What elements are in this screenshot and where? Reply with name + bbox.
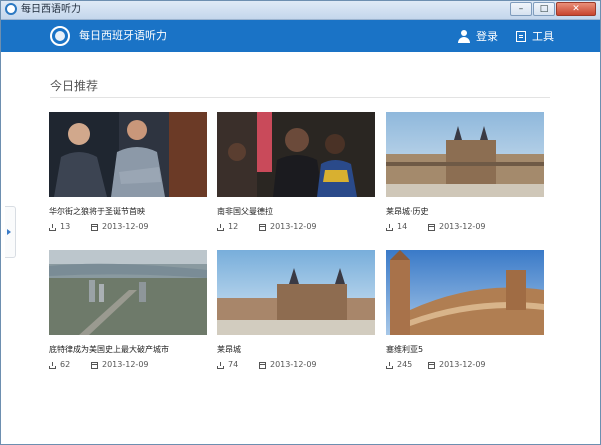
calendar-icon — [259, 223, 266, 231]
login-button[interactable]: 登录 — [458, 28, 498, 44]
article-thumbnail[interactable] — [386, 250, 544, 335]
download-count: 13 — [60, 222, 71, 231]
article-title[interactable]: 底特律成为美国史上最大破产城市 — [49, 345, 207, 355]
article-card[interactable]: 莱昂城·历史 14 2013-12-09 — [386, 112, 544, 232]
title-bar[interactable]: 每日西语听力 – □ ✕ — [1, 1, 600, 20]
article-card[interactable]: 南非国父曼德拉 12 2013-12-09 — [217, 112, 375, 232]
article-title[interactable]: 南非国父曼德拉 — [217, 207, 375, 217]
download-icon — [217, 223, 224, 231]
app-header: 每日西班牙语听力 登录 工具 — [1, 20, 600, 52]
article-meta: 74 2013-12-09 — [217, 360, 375, 370]
article-meta: 14 2013-12-09 — [386, 222, 544, 232]
article-title[interactable]: 莱昂城 — [217, 345, 375, 355]
article-thumbnail[interactable] — [49, 250, 207, 335]
article-date: 2013-12-09 — [102, 360, 149, 369]
sidebar-toggle[interactable] — [5, 206, 16, 258]
download-icon — [386, 361, 393, 369]
window-controls: – □ ✕ — [509, 2, 596, 16]
close-button[interactable]: ✕ — [556, 2, 596, 16]
section-title: 今日推荐 — [50, 79, 99, 93]
article-meta: 245 2013-12-09 — [386, 360, 544, 370]
logo-icon — [50, 26, 70, 46]
calendar-icon — [428, 361, 435, 369]
section-divider — [50, 97, 550, 98]
article-card[interactable]: 莱昂城 74 2013-12-09 — [217, 250, 375, 370]
article-date: 2013-12-09 — [439, 360, 486, 369]
article-title[interactable]: 莱昂城·历史 — [386, 207, 544, 217]
article-date: 2013-12-09 — [270, 360, 317, 369]
article-card[interactable]: 塞维利亚5 245 2013-12-09 — [386, 250, 544, 370]
download-icon — [49, 223, 56, 231]
calendar-icon — [91, 361, 98, 369]
download-count: 14 — [397, 222, 408, 231]
tools-button[interactable]: 工具 — [516, 28, 554, 44]
article-thumbnail[interactable] — [217, 112, 375, 197]
article-thumbnail[interactable] — [217, 250, 375, 335]
article-meta: 13 2013-12-09 — [49, 222, 207, 232]
download-icon — [49, 361, 56, 369]
minimize-button[interactable]: – — [510, 2, 532, 16]
article-date: 2013-12-09 — [270, 222, 317, 231]
download-icon — [217, 361, 224, 369]
window-title: 每日西语听力 — [21, 4, 81, 15]
article-thumbnail[interactable] — [386, 112, 544, 197]
user-icon — [458, 29, 470, 43]
app-window: 每日西语听力 – □ ✕ 每日西班牙语听力 登录 工具 今日推荐 华尔街之狼将于… — [0, 0, 601, 445]
download-count: 62 — [60, 360, 71, 369]
login-label: 登录 — [476, 30, 498, 43]
download-icon — [386, 223, 393, 231]
article-title[interactable]: 华尔街之狼将于圣诞节首映 — [49, 207, 207, 217]
article-thumbnail[interactable] — [49, 112, 207, 197]
calendar-icon — [91, 223, 98, 231]
download-count: 12 — [228, 222, 239, 231]
app-icon — [5, 3, 17, 15]
article-date: 2013-12-09 — [439, 222, 486, 231]
download-count: 245 — [397, 360, 413, 369]
download-count: 74 — [228, 360, 239, 369]
article-meta: 62 2013-12-09 — [49, 360, 207, 370]
app-name: 每日西班牙语听力 — [79, 29, 167, 42]
calendar-icon — [259, 361, 266, 369]
article-date: 2013-12-09 — [102, 222, 149, 231]
article-card[interactable]: 华尔街之狼将于圣诞节首映 13 2013-12-09 — [49, 112, 207, 232]
calendar-icon — [428, 223, 435, 231]
article-meta: 12 2013-12-09 — [217, 222, 375, 232]
tools-label: 工具 — [532, 30, 554, 43]
tools-icon — [516, 30, 526, 42]
article-card[interactable]: 底特律成为美国史上最大破产城市 62 2013-12-09 — [49, 250, 207, 370]
article-title[interactable]: 塞维利亚5 — [386, 345, 544, 355]
maximize-button[interactable]: □ — [533, 2, 555, 16]
